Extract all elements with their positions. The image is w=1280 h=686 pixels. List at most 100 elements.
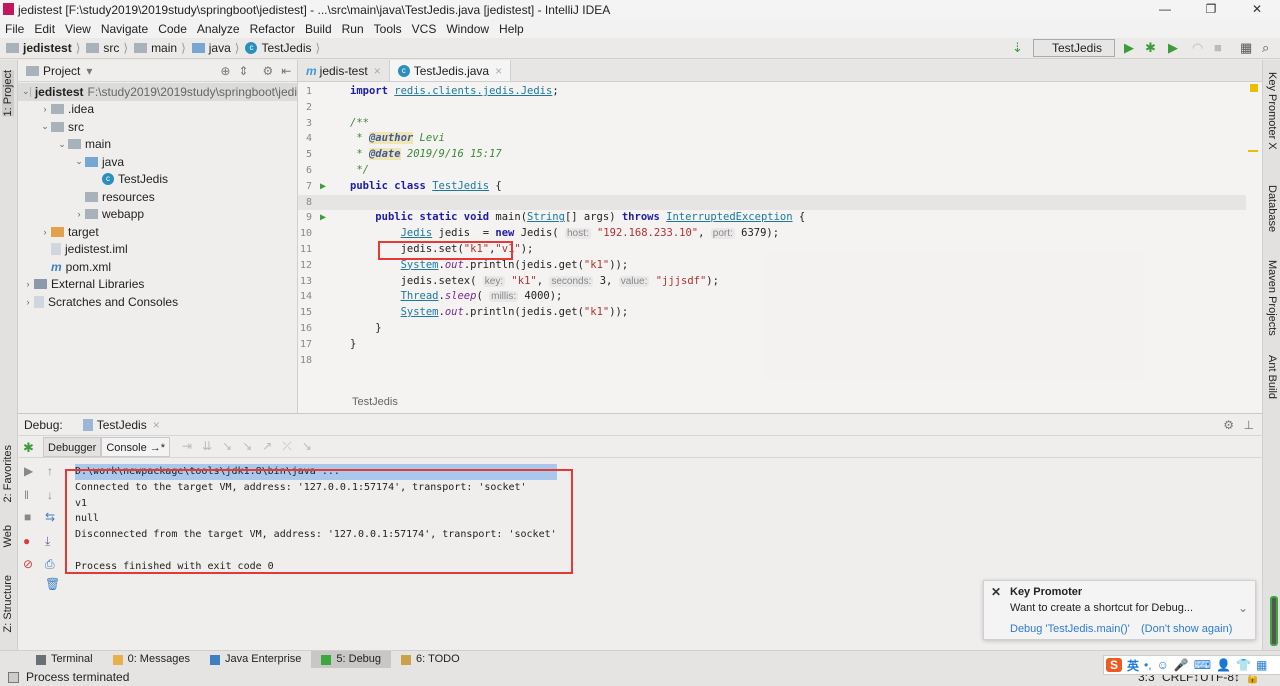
locate-icon[interactable]: ⊕: [220, 64, 230, 78]
tree-item[interactable]: › target: [18, 223, 297, 241]
search-icon[interactable]: ⌕: [1262, 41, 1269, 55]
gear-icon[interactable]: ⚙: [263, 64, 274, 78]
tool-tab-structure[interactable]: Z: Structure: [2, 575, 14, 632]
tab-jedis-test[interactable]: m jedis-test ×: [298, 60, 390, 81]
tree-item[interactable]: › .idea: [18, 101, 297, 119]
collapse-icon[interactable]: ⇕: [238, 64, 248, 78]
editor-breadcrumb[interactable]: TestJedis: [352, 396, 398, 408]
menu-view[interactable]: View: [60, 22, 96, 36]
run-config-dropdown[interactable]: TestJedis ⌄: [1033, 39, 1115, 71]
bottom-tab-java-enterprise[interactable]: Java Enterprise: [200, 651, 311, 668]
view-breakpoints-icon[interactable]: ●: [23, 534, 30, 548]
debug-icon[interactable]: ✱: [1145, 41, 1156, 55]
tool-tab-web[interactable]: Web: [2, 525, 14, 547]
menu-file[interactable]: File: [0, 22, 29, 36]
tree-item[interactable]: ⌄ java: [18, 153, 297, 171]
menu-code[interactable]: Code: [153, 22, 192, 36]
menu-tools[interactable]: Tools: [369, 22, 407, 36]
tree-item[interactable]: › Scratches and Consoles: [18, 293, 297, 311]
hide-icon[interactable]: ⊥: [1244, 418, 1254, 432]
print-icon[interactable]: ⎙: [45, 557, 55, 572]
chevron-down-icon[interactable]: ⌄: [39, 121, 51, 132]
tab-debugger[interactable]: Debugger: [43, 436, 102, 457]
tree-item[interactable]: jedistest.iml: [18, 241, 297, 259]
sogou-logo-icon[interactable]: S: [1106, 658, 1123, 672]
error-stripe-mark[interactable]: [1248, 150, 1258, 152]
minimize-button[interactable]: —: [1142, 0, 1188, 19]
tool-tab-database[interactable]: Database: [1266, 185, 1278, 232]
dont-show-again-link[interactable]: (Don't show again): [1141, 623, 1232, 635]
clear-icon[interactable]: 🗑: [45, 577, 60, 591]
tool-tab-maven[interactable]: Maven Projects: [1266, 260, 1278, 336]
menu-run[interactable]: Run: [337, 22, 369, 36]
project-view-selector[interactable]: Project: [43, 64, 80, 78]
breadcrumb-item[interactable]: c TestJedis ⟩: [245, 41, 320, 55]
tree-item[interactable]: c TestJedis: [18, 171, 297, 189]
user-icon[interactable]: 👤: [1216, 658, 1231, 672]
chevron-right-icon[interactable]: ›: [22, 279, 34, 289]
warning-marker-icon[interactable]: [1250, 84, 1258, 92]
up-icon[interactable]: ↑: [47, 464, 53, 478]
menu-help[interactable]: Help: [494, 22, 529, 36]
menu-navigate[interactable]: Navigate: [96, 22, 153, 36]
skin-icon[interactable]: 👕: [1236, 658, 1251, 672]
tool-tab-favorites[interactable]: 2: Favorites: [2, 445, 14, 502]
breadcrumb-item[interactable]: java ⟩: [191, 41, 239, 55]
project-structure-icon[interactable]: ▦: [1240, 41, 1252, 55]
hide-icon[interactable]: ⇤: [281, 64, 291, 78]
tree-item[interactable]: › webapp: [18, 206, 297, 224]
emoji-icon[interactable]: ☺: [1157, 658, 1169, 672]
resume-icon[interactable]: ▶: [24, 464, 33, 478]
keyboard-icon[interactable]: ⌨: [1194, 658, 1211, 672]
chevron-down-icon[interactable]: ⌄: [22, 86, 30, 97]
tree-item[interactable]: ⌄ jedistest F:\study2019\2019study\springb…: [18, 83, 297, 101]
gear-icon[interactable]: ⚙: [1223, 418, 1234, 432]
stop-icon[interactable]: ■: [24, 510, 31, 524]
chevron-right-icon[interactable]: ›: [39, 104, 51, 114]
stop-icon[interactable]: ■: [1214, 41, 1222, 55]
menu-build[interactable]: Build: [300, 22, 337, 36]
tool-tab-key-promoter[interactable]: Key Promoter X: [1266, 72, 1278, 150]
bottom-tab-messages[interactable]: 0: Messages: [103, 651, 200, 668]
breadcrumb-item[interactable]: jedistest ⟩: [6, 41, 80, 55]
microphone-icon[interactable]: 🎤: [1174, 658, 1189, 672]
menu-window[interactable]: Window: [441, 22, 494, 36]
memory-indicator[interactable]: [1270, 596, 1278, 646]
soft-wrap-icon[interactable]: ⇆: [45, 510, 55, 524]
tool-tab-ant[interactable]: Ant Build: [1266, 355, 1278, 399]
chevron-right-icon[interactable]: ›: [22, 297, 34, 307]
toolbox-icon[interactable]: ▦: [1256, 658, 1267, 672]
punctuation-icon[interactable]: •,: [1144, 658, 1152, 672]
scroll-to-end-icon[interactable]: ⤓: [45, 534, 50, 549]
bottom-tab-debug[interactable]: 5: Debug: [311, 651, 392, 668]
tree-item[interactable]: ⌄ src: [18, 118, 297, 136]
chevron-down-icon[interactable]: ⌄: [73, 156, 85, 167]
down-icon[interactable]: ↓: [47, 488, 53, 502]
code-editor[interactable]: 1 import redis.clients.jedis.Jedis; 2 3 /** 4…: [298, 84, 1246, 368]
menu-vcs[interactable]: VCS: [407, 22, 442, 36]
run-gutter-icon[interactable]: ▶: [320, 210, 326, 226]
chevron-down-icon[interactable]: ▾: [86, 64, 92, 78]
tool-tab-project[interactable]: 1: Project: [2, 70, 14, 117]
close-icon[interactable]: ×: [374, 64, 381, 78]
pause-icon[interactable]: ‖: [24, 488, 29, 502]
tree-item[interactable]: m pom.xml: [18, 258, 297, 276]
toggle-tool-windows-icon[interactable]: [8, 672, 19, 683]
chevron-right-icon[interactable]: ›: [73, 209, 85, 219]
chevron-right-icon[interactable]: ›: [39, 227, 51, 237]
close-icon[interactable]: ×: [495, 64, 502, 78]
bottom-tab-todo[interactable]: 6: TODO: [391, 651, 470, 668]
close-button[interactable]: ✕: [1234, 0, 1280, 19]
tab-testjedis-java[interactable]: c TestJedis.java ×: [389, 60, 512, 81]
menu-edit[interactable]: Edit: [29, 22, 60, 36]
menu-analyze[interactable]: Analyze: [192, 22, 245, 36]
debug-session-tab[interactable]: TestJedis ×: [82, 418, 160, 432]
tab-console[interactable]: Console →*: [101, 436, 171, 457]
coverage-icon[interactable]: ▶: [1168, 41, 1178, 55]
close-icon[interactable]: ×: [153, 418, 160, 432]
tree-item[interactable]: ⌄ main: [18, 136, 297, 154]
chevron-down-icon[interactable]: ⌄: [56, 139, 68, 150]
chevron-down-icon[interactable]: ⌄: [1238, 601, 1248, 615]
vcs-update-icon[interactable]: ⇣: [1012, 41, 1023, 55]
tree-item[interactable]: resources: [18, 188, 297, 206]
